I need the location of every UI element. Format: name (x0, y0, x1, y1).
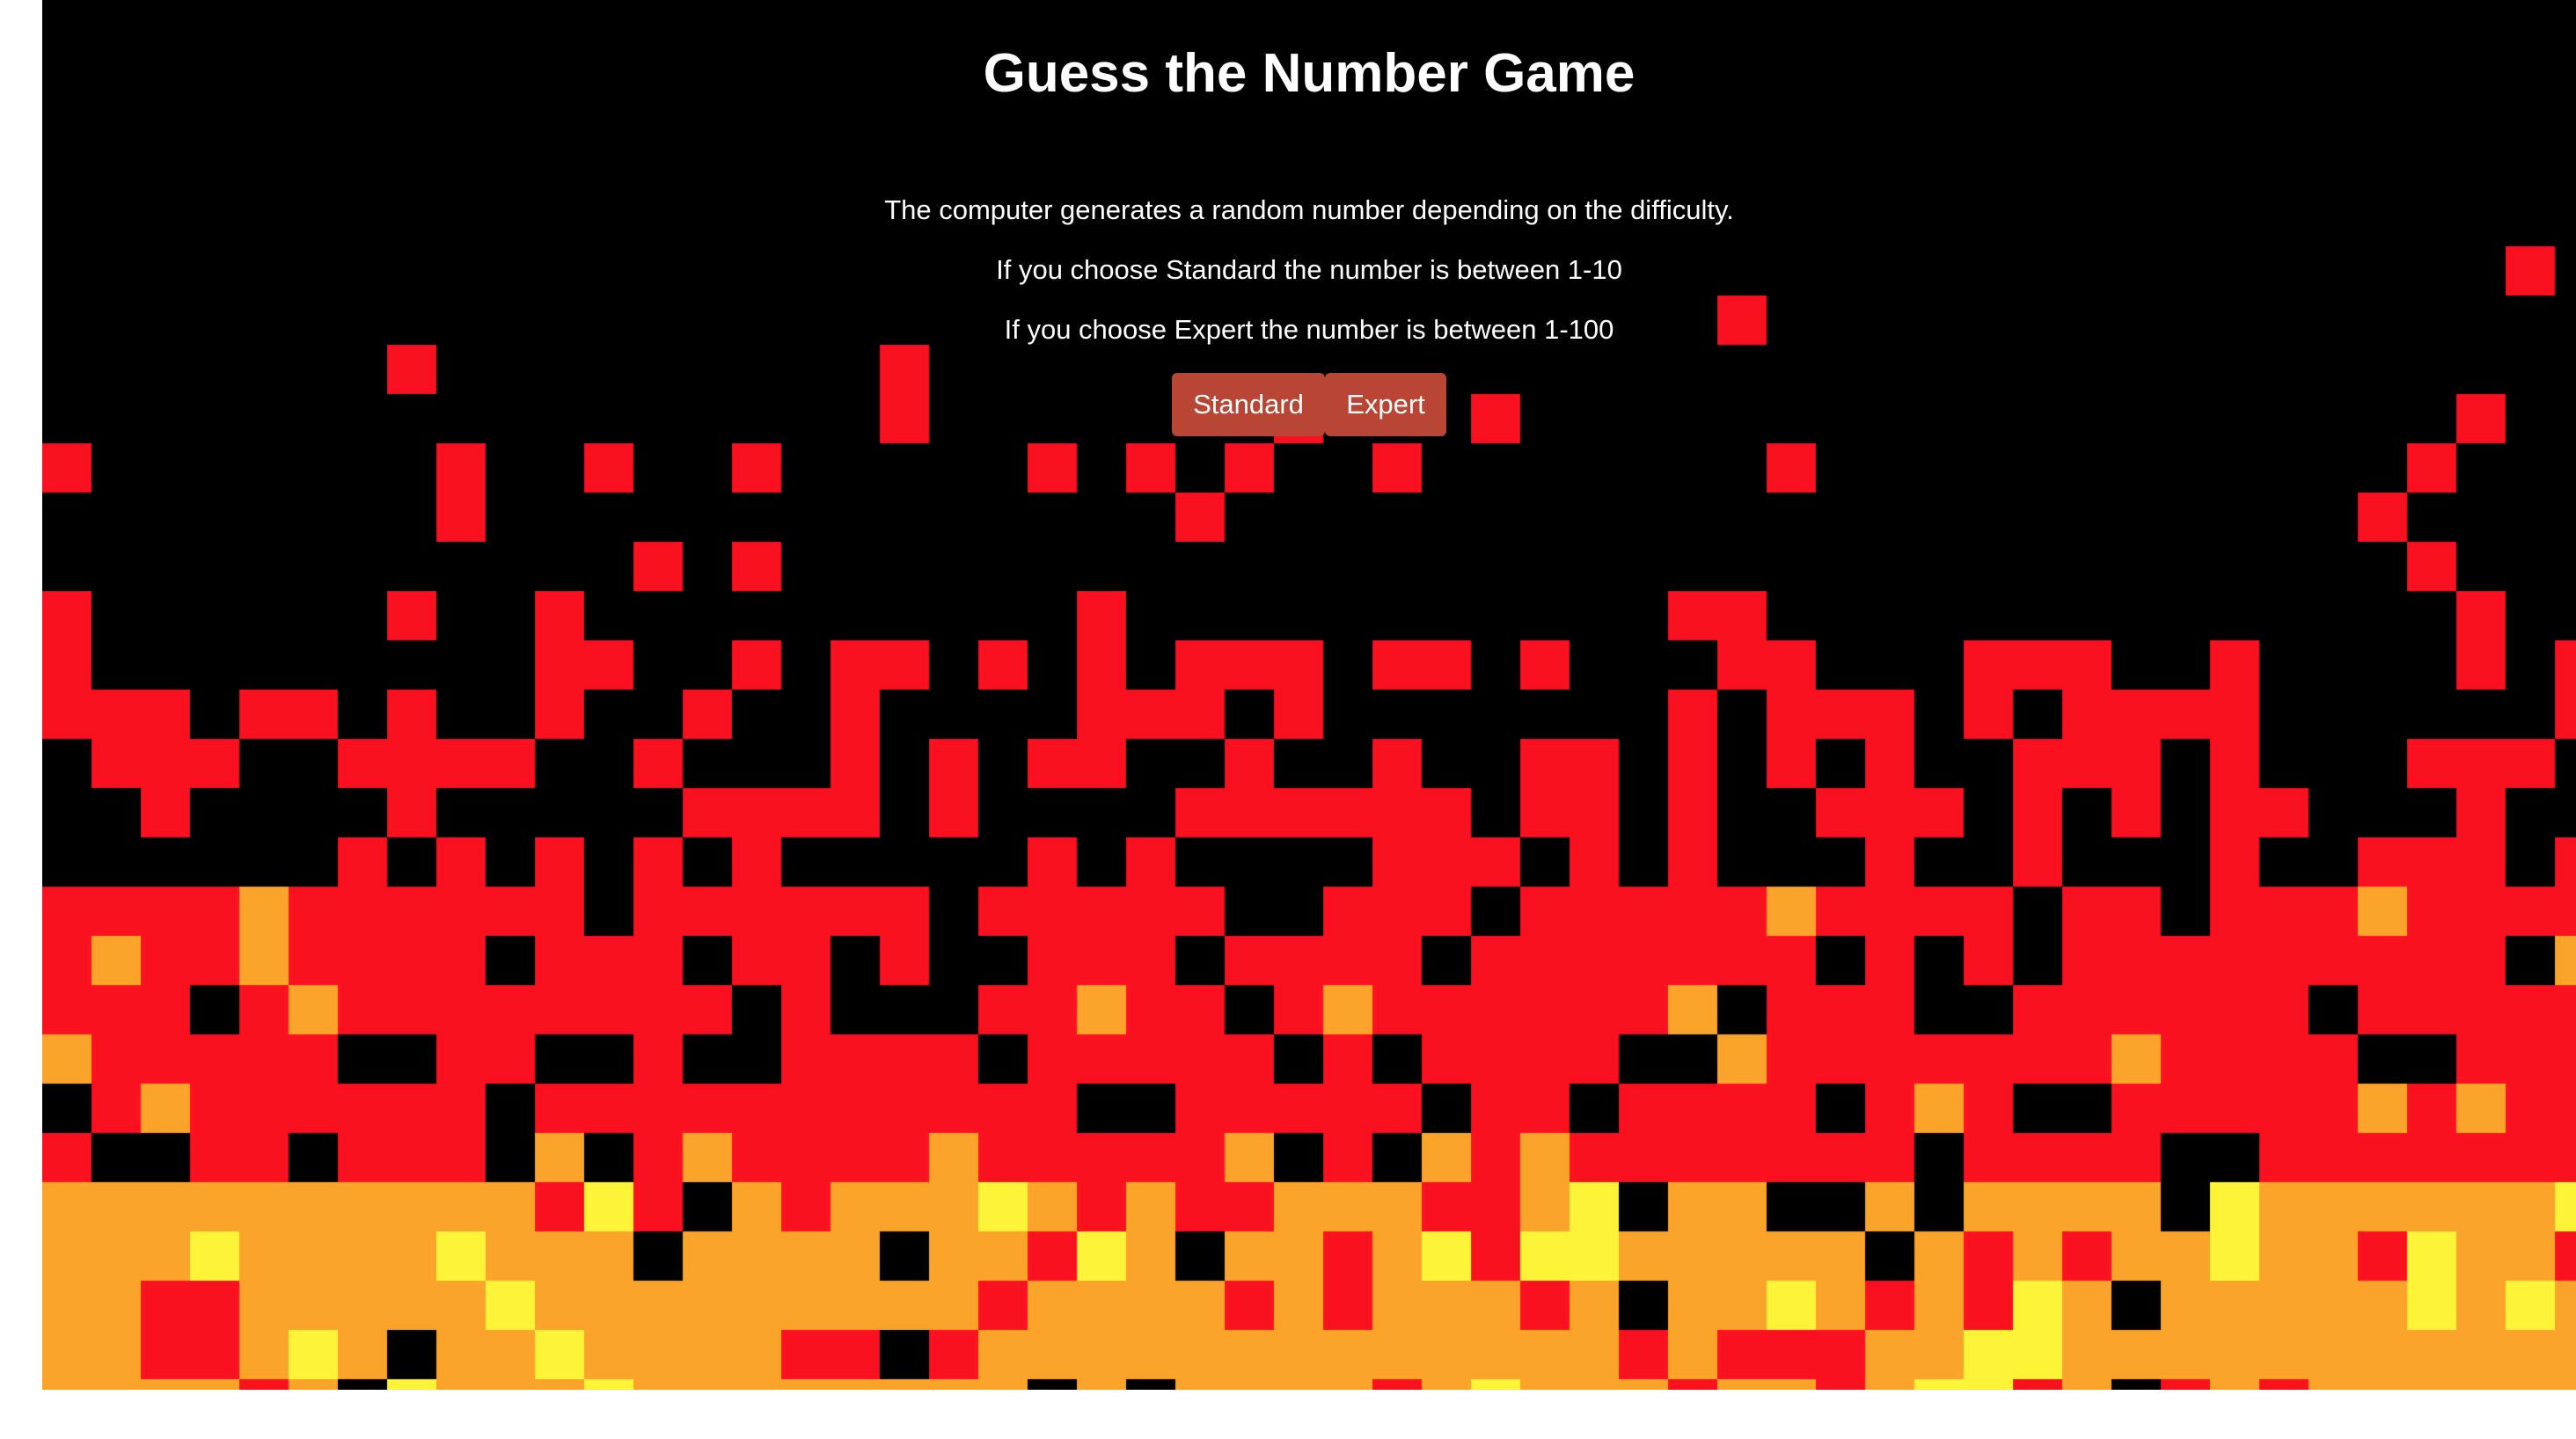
description-line-1: The computer generates a random number d… (884, 194, 1734, 225)
difficulty-buttons: Standard Expert (42, 373, 2576, 436)
page: Guess the Number Game The computer gener… (0, 0, 2576, 1439)
game-area: Guess the Number Game The computer gener… (42, 0, 2576, 1390)
description-line-2: If you choose Standard the number is bet… (996, 254, 1622, 285)
standard-button[interactable]: Standard (1172, 373, 1325, 436)
page-title: Guess the Number Game (983, 43, 1636, 104)
expert-button[interactable]: Expert (1325, 373, 1446, 436)
description-line-3: If you choose Expert the number is betwe… (1004, 314, 1614, 345)
